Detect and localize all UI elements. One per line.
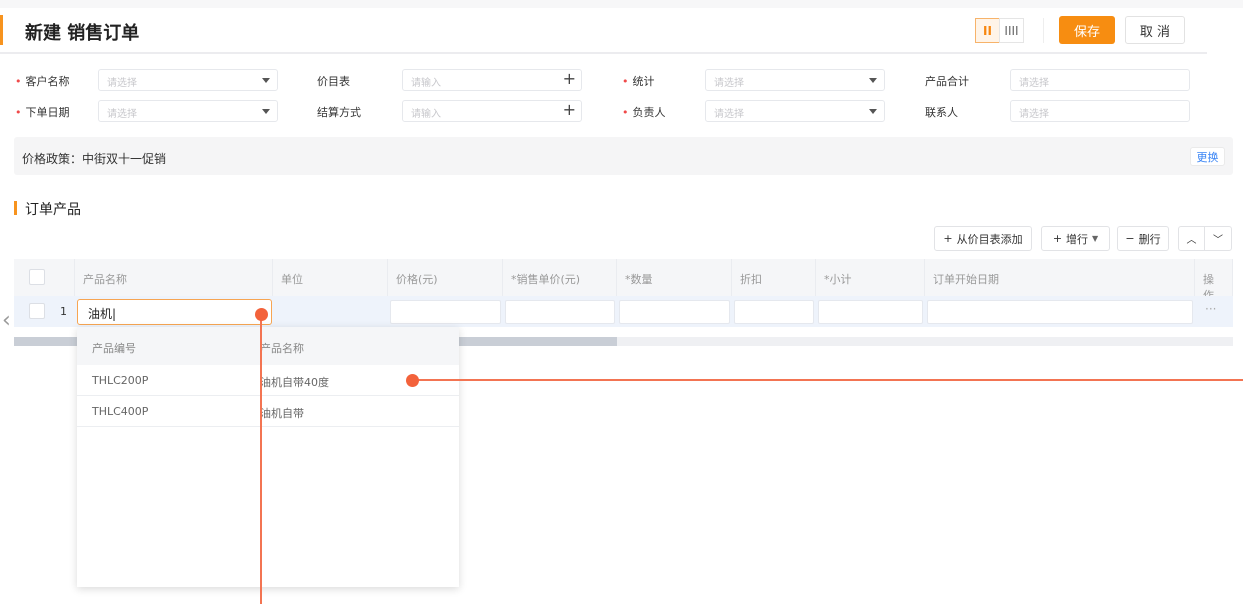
column-header: 订单开始日期 [925, 259, 1195, 296]
input-value: 油机| [88, 307, 117, 321]
button-label: 从价目表添加 [956, 232, 1023, 246]
placeholder: 请输入 [411, 78, 441, 89]
product-name-input[interactable]: 油机| [77, 299, 272, 325]
change-policy-button[interactable]: 更换 [1190, 147, 1225, 166]
table-cell-input[interactable] [390, 300, 501, 324]
table-cell-input[interactable] [619, 300, 730, 324]
table-cell-input[interactable] [734, 300, 814, 324]
add-row-button[interactable]: + 增行 ▼ [1041, 226, 1110, 251]
column-header: 单位 [273, 259, 388, 296]
row-checkbox[interactable] [29, 303, 45, 319]
option-name: 油机自带 [260, 407, 304, 420]
section-title: 订单产品 [25, 202, 81, 218]
field-label: 价目表 [317, 75, 350, 88]
row-actions-menu[interactable]: ··· [1205, 302, 1216, 316]
row-index: 1 [60, 305, 67, 318]
field-label: 产品合计 [925, 75, 969, 88]
caret-down-icon: ▼ [1092, 234, 1099, 243]
annotation-dot [406, 374, 419, 387]
plus-icon: + [1052, 232, 1063, 245]
top-shade [0, 0, 1243, 8]
placeholder: 请选择 [714, 109, 744, 120]
field-label: 负责人 [622, 104, 666, 120]
column-header: *数量 [617, 259, 732, 296]
column-header: 折扣 [732, 259, 816, 296]
placeholder: 请选择 [107, 109, 137, 120]
table-cell-input[interactable] [818, 300, 923, 324]
dropdown-col-code: 产品编号 [92, 342, 136, 355]
field-label: 下单日期 [15, 104, 70, 120]
caret-down-icon [262, 109, 270, 114]
column-header: 产品名称 [75, 259, 273, 296]
column-header: 操作 [1195, 259, 1233, 302]
plus-icon: + [943, 232, 953, 245]
form-field-input[interactable]: 请选择 [705, 100, 885, 122]
option-code: THLC200P [92, 374, 149, 387]
two-column-view-toggle[interactable]: II [975, 18, 1000, 43]
four-column-view-toggle[interactable]: IIII [999, 18, 1024, 43]
form-field-input[interactable]: 请选择 [705, 69, 885, 91]
divider [0, 52, 1207, 54]
button-label: 删行 [1138, 232, 1161, 246]
table-header-cell [14, 259, 75, 296]
cancel-button[interactable]: 取 消 [1125, 16, 1185, 44]
placeholder: 请选择 [1019, 109, 1049, 120]
chevron-up-icon: ︿ [1186, 235, 1197, 246]
table-cell-input[interactable] [927, 300, 1193, 324]
chevron-down-icon: ﹀ [1213, 235, 1223, 246]
placeholder: 请选择 [107, 78, 137, 89]
caret-down-icon [262, 78, 270, 83]
form-field-input[interactable]: 请输入 + [402, 69, 582, 91]
form-field-input[interactable]: 请输入 + [402, 100, 582, 122]
button-label: 增行 [1066, 232, 1089, 246]
minus-icon: − [1125, 232, 1135, 245]
column-header: *销售单价(元) [503, 259, 617, 296]
price-policy-bar [14, 137, 1233, 175]
save-button[interactable]: 保存 [1059, 16, 1115, 44]
plus-icon[interactable]: + [563, 100, 576, 119]
move-down-button[interactable]: ﹀ [1204, 226, 1232, 251]
column-header: *小计 [816, 259, 925, 296]
form-field-input[interactable]: 请选择 [98, 69, 278, 91]
field-label: 客户名称 [15, 73, 70, 89]
form-field-input[interactable]: 请选择 [1010, 69, 1190, 91]
option-code: THLC400P [92, 405, 149, 418]
annotation-line [412, 379, 1243, 381]
chevron-left-icon[interactable]: ‹ [2, 308, 11, 333]
price-policy-text: 价格政策：中街双十一促销 [22, 152, 167, 166]
field-label: 统计 [622, 73, 655, 89]
table-cell-input[interactable] [505, 300, 615, 324]
section-accent [14, 201, 17, 215]
form-field-input[interactable]: 请选择 [1010, 100, 1190, 122]
plus-icon[interactable]: + [563, 69, 576, 88]
annotation-line [260, 314, 262, 604]
page-title: 新建 销售订单 [25, 23, 140, 44]
field-label: 联系人 [925, 106, 958, 119]
column-header: 价格(元) [388, 259, 503, 296]
delete-row-button[interactable]: − 删行 [1117, 226, 1169, 251]
caret-down-icon [869, 78, 877, 83]
annotation-dot [255, 308, 268, 321]
title-accent [0, 15, 3, 45]
field-label: 结算方式 [317, 106, 361, 119]
dropdown-col-name: 产品名称 [260, 342, 304, 355]
placeholder: 请选择 [714, 78, 744, 89]
placeholder: 请选择 [1019, 78, 1049, 89]
placeholder: 请输入 [411, 109, 441, 120]
caret-down-icon [869, 109, 877, 114]
add-from-price-list-button[interactable]: + 从价目表添加 [934, 226, 1032, 251]
option-name: 油机自带40度 [260, 376, 329, 389]
divider [1043, 18, 1044, 43]
move-up-button[interactable]: ︿ [1178, 226, 1205, 251]
form-field-input[interactable]: 请选择 [98, 100, 278, 122]
